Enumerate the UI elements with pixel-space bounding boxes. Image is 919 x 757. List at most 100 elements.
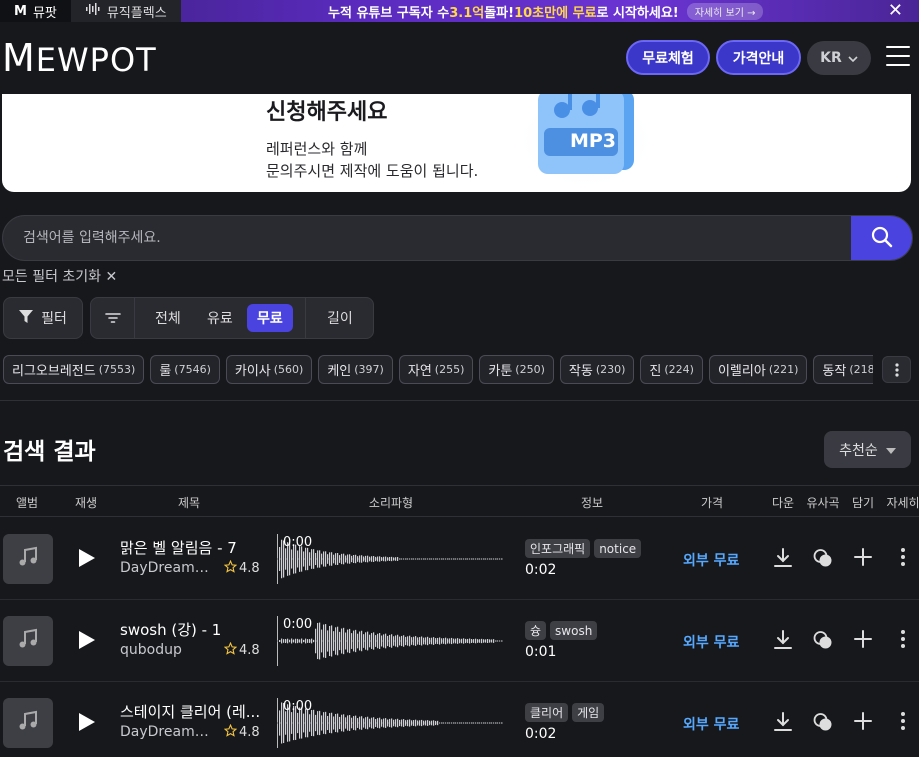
close-icon[interactable]: ✕ [888, 0, 903, 22]
track-title[interactable]: swosh (강) - 1 [120, 619, 221, 640]
filter-option-all[interactable]: 전체 [145, 304, 191, 332]
search-input[interactable] [23, 216, 823, 260]
language-select[interactable]: KR [807, 41, 871, 75]
album-thumbnail[interactable] [3, 616, 53, 666]
more-options-icon[interactable] [901, 712, 905, 734]
table-row[interactable]: 스테이지 클리어 (레... DayDreamSound 4.8 0:00 클리… [0, 682, 919, 757]
music-note-icon [17, 710, 39, 736]
tag-chip[interactable]: 카이사 (560) [225, 355, 313, 384]
price-segmented-control: 전체 유료 무료 길이 [90, 297, 374, 339]
logo[interactable]: MEWPOT [2, 36, 157, 80]
info-chip[interactable]: swosh [550, 621, 598, 640]
playback-time: 0:00 [283, 535, 313, 550]
sort-lines-icon[interactable] [91, 298, 135, 338]
tab-musicflex[interactable]: 뮤직플렉스 [70, 0, 181, 22]
add-icon[interactable] [854, 548, 872, 570]
promo-highlight-subscribers: 3.1억 [449, 5, 485, 21]
track-title[interactable]: 맑은 벨 알림음 - 7 [120, 537, 237, 558]
music-note-icon [17, 546, 39, 572]
tag-chip[interactable]: 리그오브레전드 (7553) [3, 355, 145, 384]
tag-chip[interactable]: 케인 (397) [318, 355, 393, 384]
more-options-icon[interactable] [901, 548, 905, 570]
col-detail: 자세히 [886, 496, 919, 510]
col-add: 담기 [851, 496, 875, 510]
filter-option-paid[interactable]: 유료 [197, 304, 243, 332]
download-icon[interactable] [774, 548, 792, 572]
info-chip[interactable]: 인포그래픽 [525, 539, 591, 558]
caret-down-icon [885, 442, 896, 458]
tag-count: (397) [354, 363, 384, 376]
info-chips: 클리어 게임 [525, 703, 605, 722]
info-chip[interactable]: 클리어 [525, 703, 569, 722]
col-info: 정보 [580, 496, 604, 510]
add-icon[interactable] [854, 630, 872, 652]
tag-chip[interactable]: 진 (224) [640, 355, 703, 384]
tag-count: (218) [849, 363, 873, 376]
pricing-button[interactable]: 가격안내 [716, 40, 801, 75]
free-trial-button[interactable]: 무료체험 [626, 40, 710, 75]
search-bar [2, 215, 913, 261]
play-icon[interactable] [78, 630, 96, 654]
tag-chip[interactable]: 이렐리아 (221) [708, 355, 808, 384]
tag-chip[interactable]: 동작(218) [813, 355, 873, 384]
price-label[interactable]: 외부 무료 [683, 550, 739, 570]
more-tags-icon[interactable] [882, 356, 911, 383]
info-chip[interactable]: notice [594, 539, 642, 558]
filter-option-free[interactable]: 무료 [247, 304, 293, 332]
search-button[interactable] [851, 216, 912, 260]
hamburger-menu-icon[interactable] [886, 46, 910, 66]
col-title: 제목 [177, 496, 201, 510]
tag-name: 카툰 [488, 364, 513, 379]
track-rating: 4.8 [223, 641, 260, 659]
track-duration: 0:01 [525, 644, 557, 660]
add-icon[interactable] [854, 712, 872, 734]
price-label[interactable]: 외부 무료 [683, 714, 739, 734]
price-label[interactable]: 외부 무료 [683, 632, 739, 652]
play-icon[interactable] [78, 712, 96, 736]
filter-button[interactable]: 필터 [3, 297, 83, 339]
playback-time: 0:00 [283, 617, 313, 632]
filter-option-length[interactable]: 길이 [317, 304, 363, 332]
tag-name: 진 [649, 364, 662, 379]
similar-tracks-icon[interactable] [813, 630, 833, 654]
album-thumbnail[interactable] [3, 698, 53, 748]
tag-name: 이렐리아 [717, 364, 766, 379]
tab-musicflex-label: 뮤직플렉스 [106, 5, 167, 21]
download-icon[interactable] [774, 630, 792, 654]
similar-tracks-icon[interactable] [813, 548, 833, 572]
col-waveform: 소리파형 [368, 496, 414, 510]
download-icon[interactable] [774, 712, 792, 736]
similar-tracks-icon[interactable] [813, 712, 833, 736]
info-chip[interactable]: 슝 [525, 621, 547, 640]
promo-more-link[interactable]: 자세히 보기 → [686, 2, 764, 20]
filter-button-label: 필터 [41, 311, 67, 327]
reset-filters-link[interactable]: 모든 필터 초기화 ✕ [2, 266, 117, 286]
play-icon[interactable] [78, 548, 96, 572]
tab-mewpot[interactable]: M 뮤팟 [0, 0, 71, 22]
tag-chip[interactable]: 카툰 (250) [479, 355, 554, 384]
track-rating: 4.8 [223, 559, 260, 577]
mp3-badge-label: MP3 [569, 130, 617, 152]
sort-select[interactable]: 추천순 [824, 431, 911, 468]
tag-chip[interactable]: 자연 (255) [398, 355, 474, 384]
rating-value: 4.8 [239, 725, 260, 740]
promo-highlight-free: 10초만에 무료 [514, 5, 597, 21]
mp3-file-icon: MP3 [518, 94, 654, 188]
playback-time: 0:00 [283, 699, 313, 714]
tag-name: 룰 [159, 364, 172, 379]
tag-chip[interactable]: 작동 (230) [559, 355, 635, 384]
info-chip[interactable]: 게임 [572, 703, 605, 722]
tag-chip[interactable]: 룰 (7546) [150, 355, 220, 384]
track-artist[interactable]: DayDreamSound [120, 724, 216, 740]
language-value: KR [820, 50, 842, 66]
tag-name: 케인 [327, 364, 352, 379]
col-album: 앨범 [15, 496, 39, 510]
track-title[interactable]: 스테이지 클리어 (레... [120, 701, 260, 722]
table-row[interactable]: 맑은 벨 알림음 - 7 DayDreamSound 4.8 0:00 인포그래… [0, 518, 919, 600]
sort-value: 추천순 [839, 442, 878, 459]
track-artist[interactable]: qubodup [120, 642, 216, 658]
more-options-icon[interactable] [901, 630, 905, 652]
album-thumbnail[interactable] [3, 534, 53, 584]
table-row[interactable]: swosh (강) - 1 qubodup 4.8 0:00 슝 swosh 0… [0, 600, 919, 682]
track-artist[interactable]: DayDreamSound [120, 560, 216, 576]
